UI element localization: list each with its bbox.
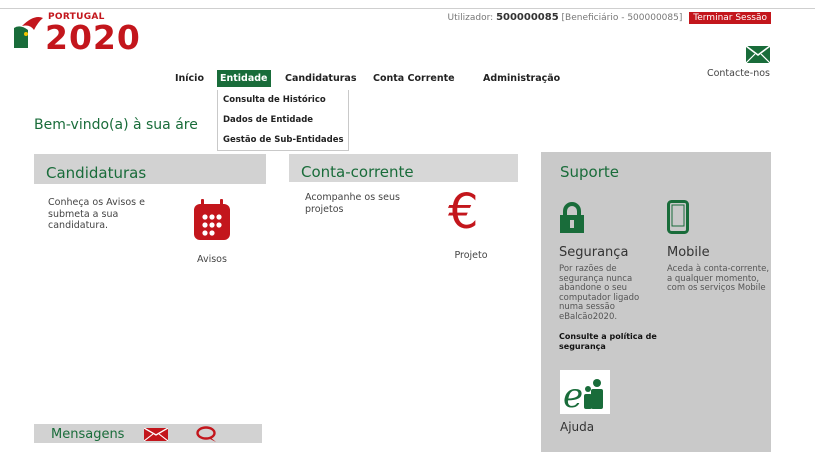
mensagens-label: Mensagens [51, 427, 125, 442]
menu-item-dados-entidade[interactable]: Dados de Entidade [218, 110, 348, 130]
seguranca-title: Segurança [559, 245, 629, 260]
logout-button[interactable]: Terminar Sessão [689, 12, 771, 24]
ajuda-label[interactable]: Ajuda [560, 420, 594, 434]
avisos-label[interactable]: Avisos [190, 254, 234, 265]
contact-link[interactable]: Contacte-nos [700, 46, 770, 79]
candidaturas-panel-title: Candidaturas [34, 154, 266, 184]
mail-icon[interactable] [144, 428, 168, 441]
chat-bubble-icon[interactable] [196, 426, 218, 443]
suporte-panel: Suporte Segurança Mobile Por razões de s… [541, 152, 771, 452]
nav-item-candidaturas[interactable]: Candidaturas [282, 70, 359, 87]
conta-corrente-description: Acompanhe os seus projetos [305, 192, 400, 215]
top-divider [0, 8, 815, 9]
menu-item-gestao-sub-entidades[interactable]: Gestão de Sub-Entidades [218, 130, 348, 150]
logo-emblem-icon [14, 17, 43, 48]
mail-icon [746, 46, 770, 63]
svg-text:e: e [563, 376, 583, 414]
candidaturas-description: Conheça os Avisos e submeta a sua candid… [48, 197, 145, 231]
entidade-dropdown-menu: Consulta de Histórico Dados de Entidade … [217, 90, 349, 151]
nav-item-administracao[interactable]: Administração [480, 70, 563, 87]
suporte-title: Suporte [560, 163, 620, 181]
ajuda-help-icon[interactable]: e [560, 370, 610, 414]
conta-corrente-panel-title: Conta-corrente [289, 154, 518, 182]
mobile-phone-icon[interactable] [667, 200, 689, 234]
contact-label: Contacte-nos [706, 68, 770, 79]
nav-item-conta-corrente[interactable]: Conta Corrente [370, 70, 458, 87]
portugal-2020-logo[interactable]: PORTUGAL 2020 [12, 12, 142, 58]
euro-icon[interactable]: € [448, 186, 479, 238]
calendar-icon [194, 199, 230, 240]
welcome-heading: Bem-vindo(a) à sua áre [34, 117, 198, 133]
logo-big-text: 2020 [45, 18, 141, 57]
nav-item-entidade[interactable]: Entidade [217, 70, 271, 87]
menu-item-consulta-historico[interactable]: Consulta de Histórico [218, 90, 348, 110]
projeto-label[interactable]: Projeto [446, 250, 496, 261]
user-bar: Utilizador: 500000085 [Beneficiário - 50… [447, 12, 771, 24]
user-id: 500000085 [496, 12, 559, 23]
user-role: [Beneficiário - 500000085] [558, 13, 683, 23]
lock-icon[interactable] [559, 202, 585, 234]
mobile-description: Aceda à conta-corrente, a qualquer momen… [667, 264, 770, 293]
mobile-title: Mobile [667, 245, 710, 260]
mensagens-bar: Mensagens [34, 424, 262, 443]
seguranca-policy-link[interactable]: Consulte a política de segurança [559, 332, 669, 351]
nav-item-inicio[interactable]: Início [172, 70, 207, 87]
user-prefix: Utilizador: [447, 13, 497, 23]
seguranca-description: Por razões de segurança nunca abandone o… [559, 264, 640, 322]
avisos-button[interactable] [190, 198, 234, 246]
